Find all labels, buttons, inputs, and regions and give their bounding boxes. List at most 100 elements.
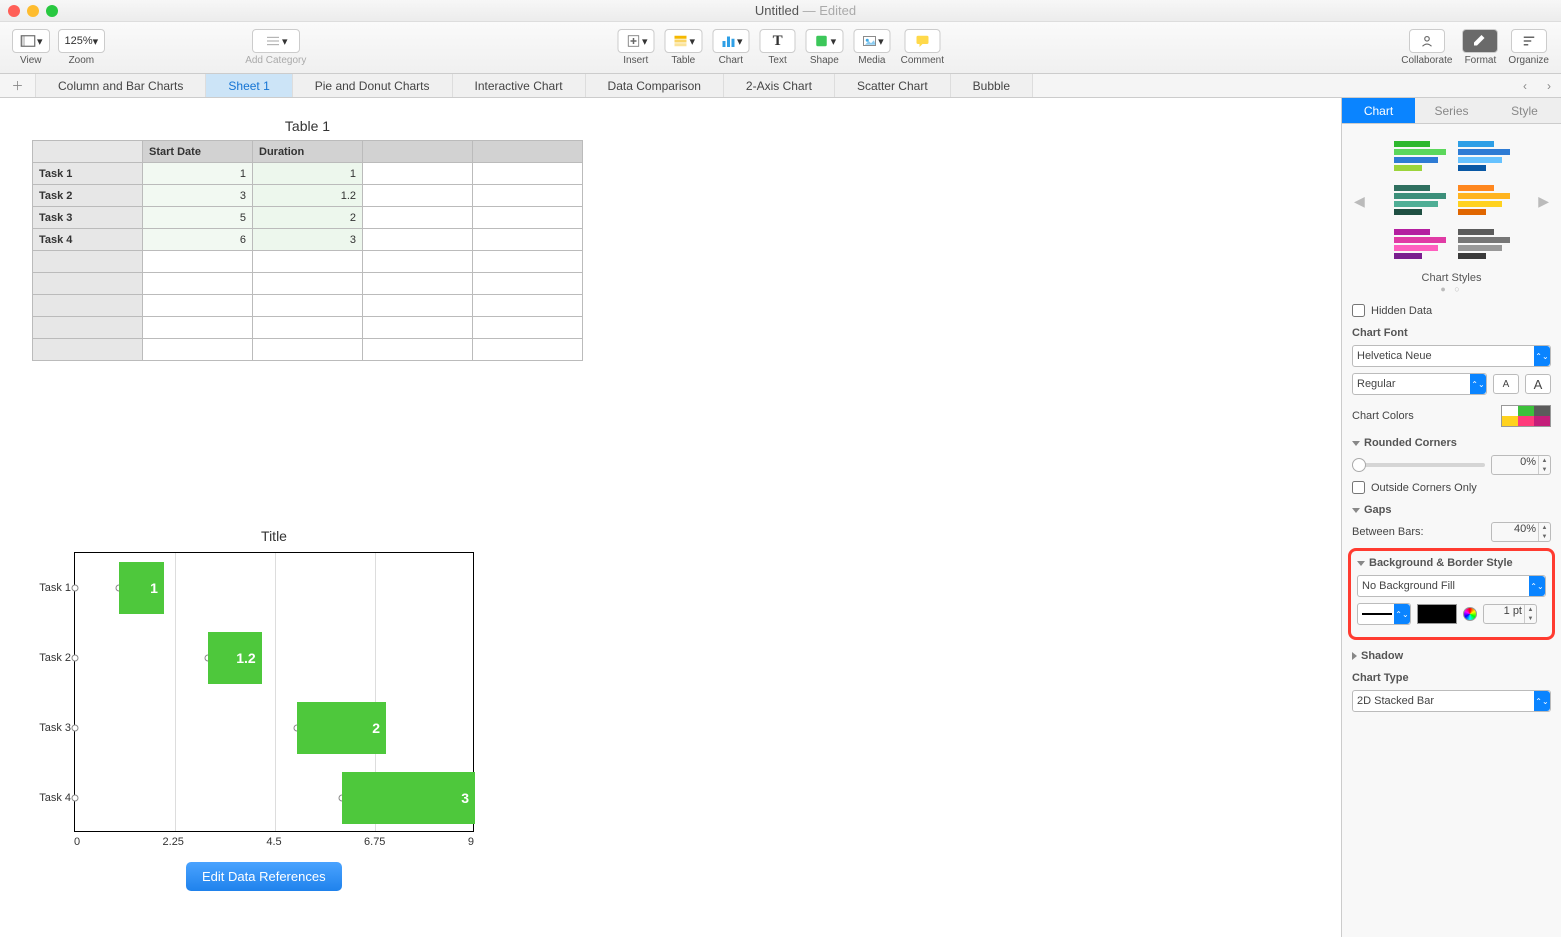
background-fill-select[interactable]: No Background Fill⌃⌄ bbox=[1357, 575, 1546, 597]
chart-style-5[interactable] bbox=[1391, 226, 1449, 264]
styles-prev[interactable]: ◀ bbox=[1352, 193, 1367, 210]
chart-widget[interactable]: Title Task 11Task 21.2Task 32Task 43 02.… bbox=[26, 528, 474, 891]
inspector-tabs: Chart Series Style bbox=[1342, 98, 1561, 124]
chart-type-select[interactable]: 2D Stacked Bar⌃⌄ bbox=[1352, 690, 1551, 712]
chart-title[interactable]: Title bbox=[74, 528, 474, 544]
media-button[interactable]: ▾ bbox=[853, 29, 891, 53]
table-row[interactable] bbox=[33, 339, 583, 361]
table-row[interactable]: Task 352 bbox=[33, 207, 583, 229]
inspector-tab-chart[interactable]: Chart bbox=[1342, 98, 1415, 124]
y-axis-label: Task 2 bbox=[29, 652, 71, 664]
outside-corners-checkbox[interactable] bbox=[1352, 481, 1365, 494]
chart-x-axis: 02.254.56.759 bbox=[74, 836, 474, 848]
rounded-corners-value[interactable]: 0%▲▼ bbox=[1491, 455, 1551, 475]
chart-button[interactable]: ▾ bbox=[712, 29, 750, 53]
sheet-tab-4[interactable]: Data Comparison bbox=[586, 74, 724, 97]
add-category-label: Add Category bbox=[245, 55, 306, 66]
sheet-tab-6[interactable]: Scatter Chart bbox=[835, 74, 951, 97]
tab-scroll-left[interactable]: ‹ bbox=[1513, 74, 1537, 97]
data-table[interactable]: Start DateDurationTask 111Task 231.2Task… bbox=[32, 140, 583, 361]
table-row[interactable]: Task 231.2 bbox=[33, 185, 583, 207]
table-row[interactable] bbox=[33, 251, 583, 273]
chart-selection-handle[interactable] bbox=[72, 585, 79, 592]
table-row[interactable]: Task 463 bbox=[33, 229, 583, 251]
table-row[interactable] bbox=[33, 295, 583, 317]
chart-style-6[interactable] bbox=[1455, 226, 1513, 264]
comment-button[interactable] bbox=[904, 29, 940, 53]
chart-font-select[interactable]: Helvetica Neue⌃⌄ bbox=[1352, 345, 1551, 367]
zoom-button[interactable]: 125% ▾ bbox=[58, 29, 106, 53]
chart-selection-handle[interactable] bbox=[72, 725, 79, 732]
zoom-window-button[interactable] bbox=[46, 5, 58, 17]
border-line-style-select[interactable]: ⌃⌄ bbox=[1357, 603, 1411, 625]
border-weight-input[interactable]: 1 pt▲▼ bbox=[1483, 604, 1537, 624]
edit-data-references-button[interactable]: Edit Data References bbox=[186, 862, 342, 891]
sheet-tab-1[interactable]: Sheet 1 bbox=[206, 74, 292, 97]
sheet-tab-7[interactable]: Bubble bbox=[951, 74, 1033, 97]
between-bars-value[interactable]: 40%▲▼ bbox=[1491, 522, 1551, 542]
table-title[interactable]: Table 1 bbox=[32, 118, 583, 134]
bg-border-header[interactable]: Background & Border Style bbox=[1357, 557, 1546, 569]
chart-selection-handle[interactable] bbox=[72, 655, 79, 662]
chart-style-4[interactable] bbox=[1455, 182, 1513, 220]
chart-font-weight-select[interactable]: Regular⌃⌄ bbox=[1352, 373, 1487, 395]
rounded-corners-header[interactable]: Rounded Corners bbox=[1352, 437, 1551, 449]
gaps-header[interactable]: Gaps bbox=[1352, 504, 1551, 516]
text-button[interactable]: T bbox=[760, 29, 796, 53]
hidden-data-label: Hidden Data bbox=[1371, 305, 1432, 317]
chart-selection-handle[interactable] bbox=[72, 795, 79, 802]
rounded-corners-slider[interactable] bbox=[1352, 463, 1485, 467]
color-picker-icon[interactable] bbox=[1463, 607, 1477, 621]
table-row[interactable] bbox=[33, 317, 583, 339]
chart-colors-swatch[interactable] bbox=[1501, 405, 1551, 427]
sheet-tab-2[interactable]: Pie and Donut Charts bbox=[293, 74, 453, 97]
minimize-window-button[interactable] bbox=[27, 5, 39, 17]
shape-button[interactable]: ▾ bbox=[806, 29, 844, 53]
x-axis-tick: 2.25 bbox=[163, 836, 184, 848]
add-sheet-button[interactable]: ＋ bbox=[0, 74, 36, 97]
border-style-callout: Background & Border Style No Background … bbox=[1348, 548, 1555, 640]
sheet-tab-0[interactable]: Column and Bar Charts bbox=[36, 74, 206, 97]
chart-bar[interactable]: 1 bbox=[119, 562, 163, 614]
sheet-tab-5[interactable]: 2-Axis Chart bbox=[724, 74, 835, 97]
media-label: Media bbox=[858, 55, 885, 66]
inspector: Chart Series Style ◀ ▶ Chart Styles ● ○ bbox=[1341, 98, 1561, 937]
x-axis-tick: 6.75 bbox=[364, 836, 385, 848]
font-larger-button[interactable]: A bbox=[1525, 374, 1551, 394]
add-category-button[interactable]: ▾ bbox=[252, 29, 300, 53]
chart-bar[interactable]: 1.2 bbox=[208, 632, 261, 684]
table-row[interactable]: Task 111 bbox=[33, 163, 583, 185]
chart-bar[interactable]: 3 bbox=[342, 772, 475, 824]
between-bars-label: Between Bars: bbox=[1352, 526, 1424, 538]
styles-next[interactable]: ▶ bbox=[1536, 193, 1551, 210]
tab-scroll-right[interactable]: › bbox=[1537, 74, 1561, 97]
organize-button[interactable] bbox=[1511, 29, 1547, 53]
collaborate-button[interactable] bbox=[1409, 29, 1445, 53]
view-button[interactable]: ▾ bbox=[12, 29, 50, 53]
table-widget[interactable]: Table 1 Start DateDurationTask 111Task 2… bbox=[32, 118, 583, 361]
chart-plot-area[interactable]: Task 11Task 21.2Task 32Task 43 bbox=[74, 552, 474, 832]
format-button[interactable] bbox=[1462, 29, 1498, 53]
shadow-header[interactable]: Shadow bbox=[1352, 650, 1551, 662]
sheet-tab-3[interactable]: Interactive Chart bbox=[453, 74, 586, 97]
chart-font-header: Chart Font bbox=[1352, 327, 1551, 339]
table-row[interactable] bbox=[33, 273, 583, 295]
chart-style-3[interactable] bbox=[1391, 182, 1449, 220]
chart-style-2[interactable] bbox=[1455, 138, 1513, 176]
chart-bar[interactable]: 2 bbox=[297, 702, 386, 754]
hidden-data-checkbox[interactable] bbox=[1352, 304, 1365, 317]
inspector-tab-series[interactable]: Series bbox=[1415, 98, 1488, 124]
canvas[interactable]: Table 1 Start DateDurationTask 111Task 2… bbox=[0, 98, 1341, 937]
chart-style-1[interactable] bbox=[1391, 138, 1449, 176]
outside-corners-label: Outside Corners Only bbox=[1371, 482, 1477, 494]
close-window-button[interactable] bbox=[8, 5, 20, 17]
titlebar: Untitled — Edited bbox=[0, 0, 1561, 22]
x-axis-tick: 9 bbox=[468, 836, 474, 848]
border-color-well[interactable] bbox=[1417, 604, 1457, 624]
inspector-tab-style[interactable]: Style bbox=[1488, 98, 1561, 124]
font-smaller-button[interactable]: A bbox=[1493, 374, 1519, 394]
insert-label: Insert bbox=[623, 55, 648, 66]
format-label: Format bbox=[1465, 55, 1497, 66]
insert-button[interactable]: ▾ bbox=[617, 29, 655, 53]
table-button[interactable]: ▾ bbox=[665, 29, 703, 53]
